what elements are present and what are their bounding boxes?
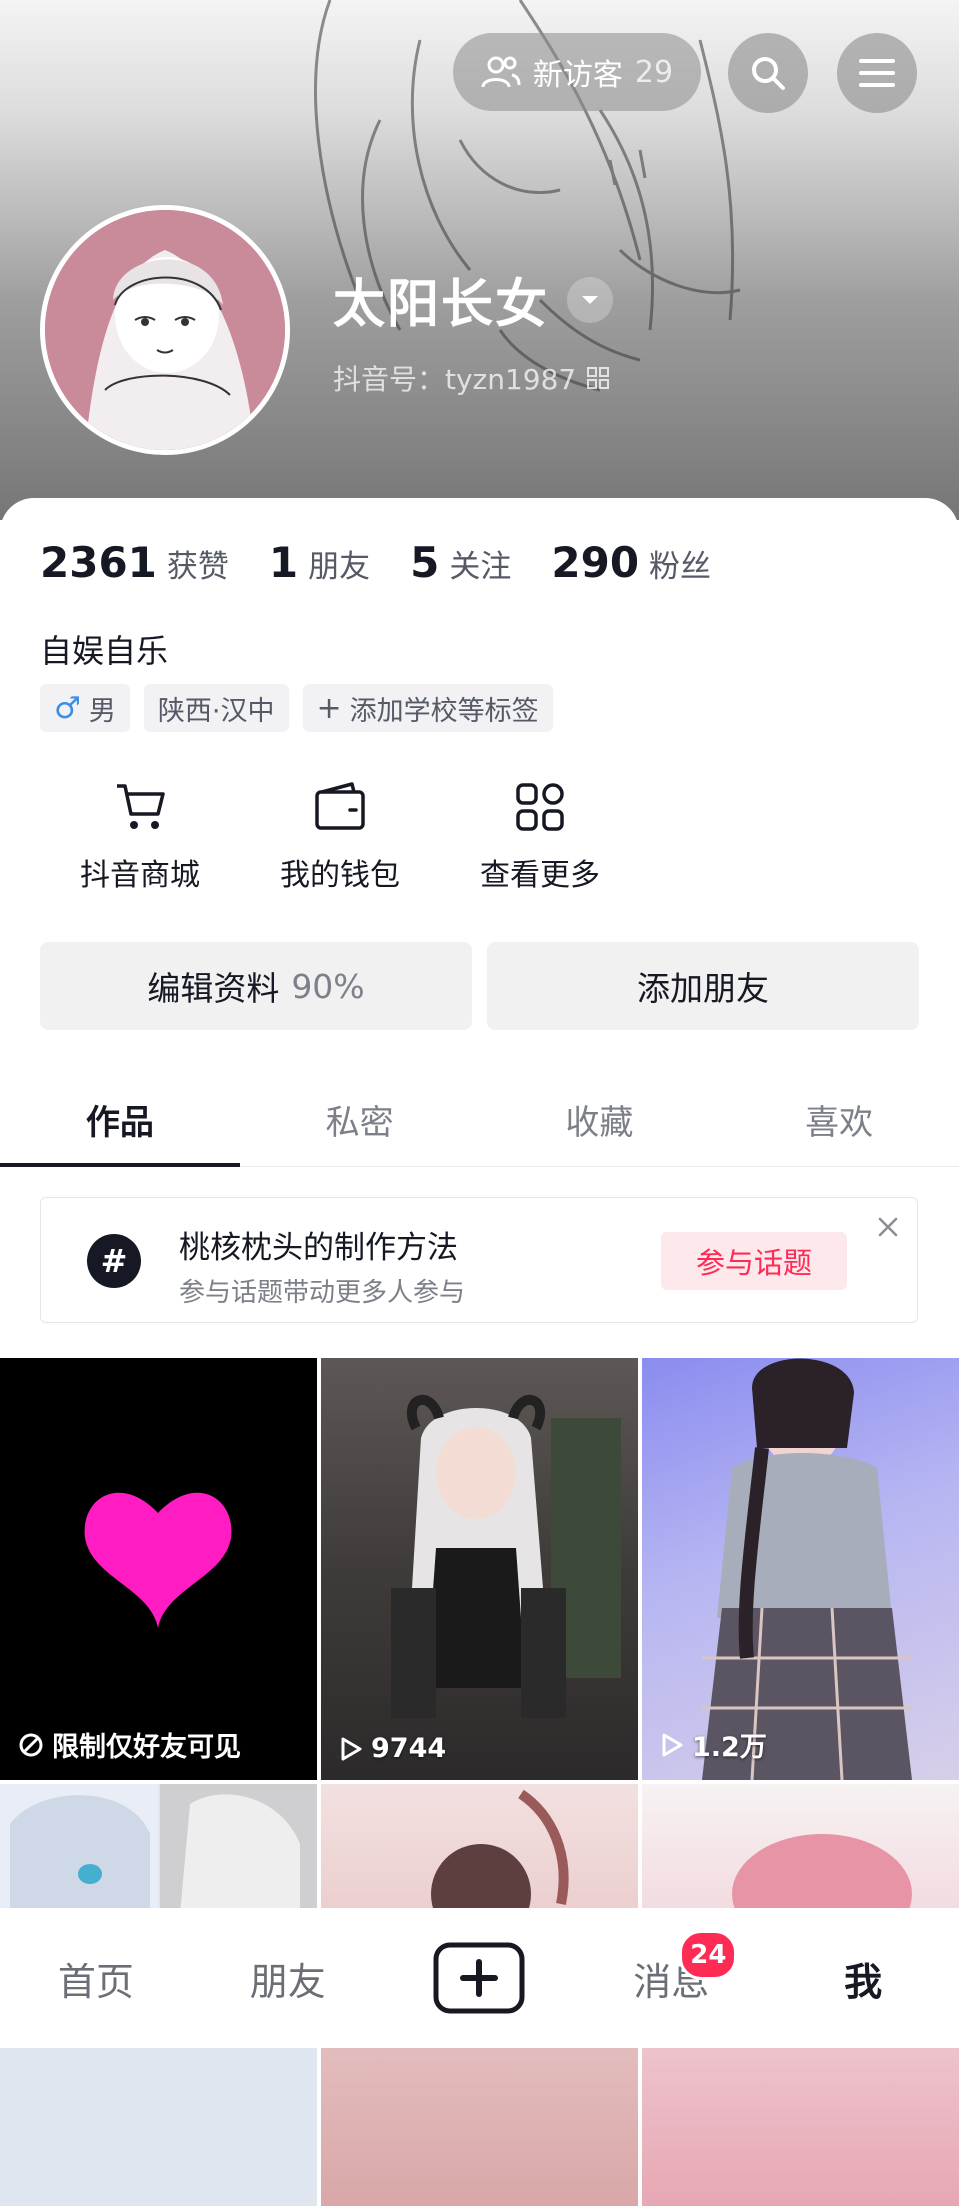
tab-likes[interactable]: 喜欢 xyxy=(719,1072,959,1166)
douyin-id[interactable]: 抖音号：tyzn1987 xyxy=(333,358,610,398)
topic-subtitle: 参与话题带动更多人参与 xyxy=(179,1278,466,1308)
menu-button[interactable] xyxy=(837,33,917,113)
nav-create-button[interactable] xyxy=(384,1908,576,2048)
profile-stats: 2361 获赞 1 朋友 5 关注 290 粉丝 xyxy=(40,538,751,587)
hamburger-menu-icon xyxy=(859,59,895,87)
avatar-image xyxy=(45,210,285,450)
add-tag-button[interactable]: + 添加学校等标签 xyxy=(302,684,553,732)
shortcut-more[interactable]: 查看更多 xyxy=(440,782,640,894)
gender-tag: ♂ 男 xyxy=(40,684,130,732)
grid-icon xyxy=(516,783,564,831)
stat-following[interactable]: 5 关注 xyxy=(410,538,511,587)
qr-code-icon xyxy=(587,367,610,389)
heart-thumbnail-image xyxy=(84,1492,232,1628)
chevron-down-icon xyxy=(582,295,599,304)
shortcut-row: 抖音商城 我的钱包 查看更多 xyxy=(40,782,640,894)
account-switch-button[interactable] xyxy=(567,276,614,323)
video-thumbnail[interactable]: 限制仅好友可见 xyxy=(0,1358,317,1780)
video-play-count: 1.2万 xyxy=(692,1732,767,1763)
visitors-label: 新访客 xyxy=(532,58,623,93)
messages-badge: 24 xyxy=(679,1930,738,1980)
video-thumbnail[interactable]: 9744 xyxy=(321,1358,638,1780)
sweater-thumbnail-image xyxy=(702,1358,912,1780)
avatar[interactable] xyxy=(40,205,290,455)
pink-thumbnail-image xyxy=(431,1789,569,1944)
cart-icon xyxy=(117,784,165,829)
location-label: 陕西·汉中 xyxy=(157,695,275,727)
create-plus-icon xyxy=(433,1942,525,2014)
shortcut-label: 我的钱包 xyxy=(280,858,400,893)
video-play-count: 9744 xyxy=(371,1733,447,1764)
stat-label: 关注 xyxy=(449,549,512,585)
restricted-icon xyxy=(19,1733,43,1756)
nav-friends[interactable]: 朋友 xyxy=(192,1908,384,2048)
stat-value: 5 xyxy=(410,538,440,587)
wallet-icon xyxy=(315,782,365,830)
video-thumbnail[interactable]: 1.2万 xyxy=(642,1358,959,1780)
shortcut-mall[interactable]: 抖音商城 xyxy=(40,782,240,894)
nav-home[interactable]: 首页 xyxy=(0,1908,192,2048)
profile-tags: ♂ 男 陕西·汉中 + 添加学校等标签 xyxy=(40,684,553,732)
visitors-count: 29 xyxy=(634,54,674,90)
stat-label: 朋友 xyxy=(308,549,371,585)
edit-profile-label: 编辑资料 xyxy=(147,969,280,1008)
stat-value: 2361 xyxy=(40,538,157,587)
stat-followers[interactable]: 290 粉丝 xyxy=(551,538,711,587)
tab-private[interactable]: 私密 xyxy=(240,1072,480,1166)
add-friend-button[interactable]: 添加朋友 xyxy=(487,942,919,1030)
bio-text: 自娱自乐 xyxy=(40,632,169,670)
play-icon xyxy=(341,1737,362,1760)
content-tabs: 作品 私密 收藏 喜欢 xyxy=(0,1072,959,1167)
stat-friends[interactable]: 1 朋友 xyxy=(269,538,370,587)
profile-completion-percent: 90% xyxy=(291,966,365,1006)
plus-icon: + xyxy=(316,690,342,726)
location-tag: 陕西·汉中 xyxy=(143,684,289,732)
male-icon: ♂ xyxy=(54,690,81,726)
add-friend-label: 添加朋友 xyxy=(637,969,769,1008)
tab-favorites[interactable]: 收藏 xyxy=(480,1072,720,1166)
edit-profile-button[interactable]: 编辑资料 90% xyxy=(40,942,472,1030)
new-visitors-button[interactable]: 新访客 29 xyxy=(453,33,701,111)
video-label: 9744 xyxy=(339,1733,446,1764)
video-visibility-label: 限制仅好友可见 xyxy=(52,1732,241,1763)
stat-value: 1 xyxy=(268,538,299,587)
douyin-id-text: 抖音号：tyzn1987 xyxy=(333,363,577,396)
shortcut-label: 查看更多 xyxy=(480,858,600,893)
anime-thumbnail-image xyxy=(0,1784,317,1914)
play-icon xyxy=(662,1733,683,1756)
shortcut-label: 抖音商城 xyxy=(80,858,200,893)
shortcut-wallet[interactable]: 我的钱包 xyxy=(240,782,440,894)
search-icon xyxy=(752,57,785,90)
close-icon[interactable] xyxy=(873,1212,903,1242)
bottom-nav: 首页 朋友 消息 24 我 xyxy=(0,1908,959,2048)
name-row: 太阳长女 xyxy=(333,262,614,337)
nav-me[interactable]: 我 xyxy=(767,1908,959,2048)
visitors-icon xyxy=(481,56,521,88)
stat-label: 获赞 xyxy=(166,549,229,585)
cosplay-thumbnail-image xyxy=(391,1394,621,1718)
topic-card[interactable]: # 桃核枕头的制作方法 参与话题带动更多人参与 参与话题 xyxy=(40,1197,918,1323)
nav-messages[interactable]: 消息 24 xyxy=(575,1908,767,2048)
add-tag-label: 添加学校等标签 xyxy=(349,695,539,727)
tab-works[interactable]: 作品 xyxy=(0,1072,240,1167)
video-label: 1.2万 xyxy=(660,1725,767,1764)
video-label: 限制仅好友可见 xyxy=(18,1725,241,1764)
action-buttons: 编辑资料 90% 添加朋友 xyxy=(40,942,919,1030)
profile-name: 太阳长女 xyxy=(333,275,550,335)
topic-title: 桃核枕头的制作方法 xyxy=(179,1230,458,1266)
profile-header: 新访客 29 太阳长女 抖音号：tyzn1987 xyxy=(0,0,959,520)
hashtag-icon: # xyxy=(87,1234,141,1288)
stat-label: 粉丝 xyxy=(649,549,712,585)
stat-likes[interactable]: 2361 获赞 xyxy=(40,538,229,587)
stat-value: 290 xyxy=(551,538,640,587)
closeup-thumbnail-image xyxy=(732,1834,912,1954)
gender-label: 男 xyxy=(88,695,116,727)
join-topic-button[interactable]: 参与话题 xyxy=(661,1232,847,1290)
search-button[interactable] xyxy=(728,33,808,113)
